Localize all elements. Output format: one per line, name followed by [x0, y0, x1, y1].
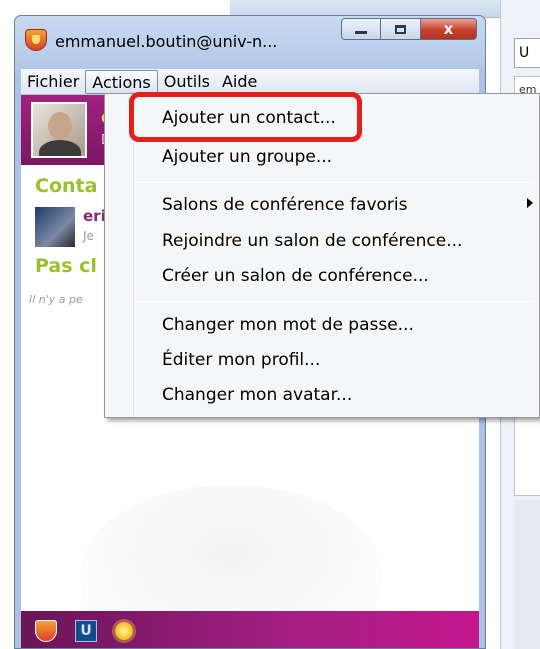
app-logo-icon[interactable]	[35, 619, 57, 642]
univ-u-icon[interactable]: U	[75, 619, 97, 642]
minimize-icon	[355, 30, 367, 34]
menu-separator	[137, 301, 533, 302]
menu-item-join-room[interactable]: Rejoindre un salon de conférence...	[162, 226, 462, 256]
window-controls: x	[341, 18, 477, 40]
app-logo-icon	[25, 29, 47, 51]
menu-item-favorite-rooms[interactable]: Salons de conférence favoris	[162, 190, 407, 220]
contact-avatar[interactable]	[35, 207, 75, 247]
menu-item-create-room[interactable]: Créer un salon de conférence...	[162, 261, 429, 291]
annotation-highlight	[129, 92, 362, 142]
menu-fichier[interactable]: Fichier	[21, 70, 85, 94]
menu-item-change-avatar[interactable]: Changer mon avatar...	[162, 380, 352, 410]
menu-actions[interactable]: Actions	[85, 69, 158, 94]
contacts-section-title[interactable]: Conta	[35, 175, 97, 197]
background-field[interactable]: U	[514, 38, 540, 68]
menu-outils[interactable]: Outils	[158, 70, 216, 94]
titlebar[interactable]: emmanuel.boutin@univ-n... x	[15, 16, 485, 62]
menu-separator	[137, 182, 533, 183]
unclassified-section-title[interactable]: Pas cl	[35, 255, 97, 277]
menu-aide[interactable]: Aide	[216, 70, 263, 94]
maximize-button[interactable]	[381, 18, 421, 40]
bottom-toolbar: U	[21, 611, 479, 648]
background-panel	[514, 500, 540, 649]
maximize-icon	[395, 24, 406, 34]
minimize-button[interactable]	[341, 18, 381, 40]
close-button[interactable]: x	[421, 18, 477, 40]
menu-item-edit-profile[interactable]: Éditer mon profil...	[162, 345, 320, 375]
user-avatar[interactable]	[31, 102, 87, 158]
contact-status: Je	[83, 229, 94, 243]
contact-name[interactable]: eri	[83, 207, 106, 225]
close-icon: x	[443, 20, 454, 38]
empty-group-text: Il n'y a pe	[29, 293, 83, 306]
window-title: emmanuel.boutin@univ-n...	[55, 32, 278, 51]
sun-icon[interactable]	[115, 621, 133, 640]
submenu-arrow-icon	[527, 198, 533, 208]
menu-item-add-group[interactable]: Ajouter un groupe...	[162, 142, 332, 172]
menu-item-change-password[interactable]: Changer mon mot de passe...	[162, 310, 414, 340]
